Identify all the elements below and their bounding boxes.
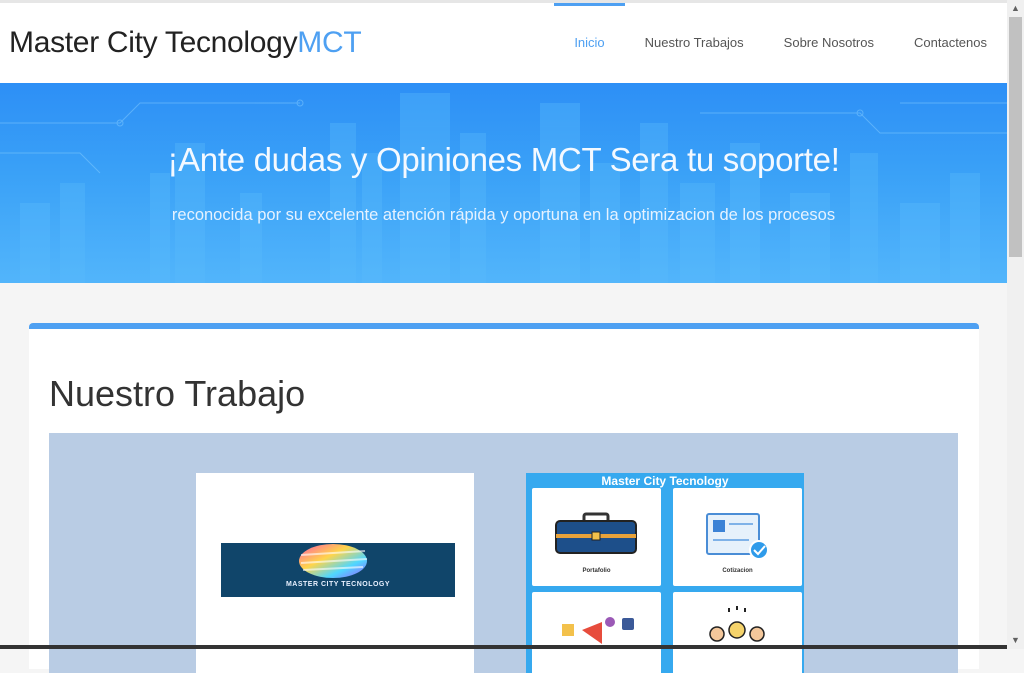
- tile-team: [673, 592, 802, 673]
- nav-item-inicio[interactable]: Inicio: [554, 3, 626, 83]
- site-header: Master City TecnologyMCT Inicio Nuestro …: [0, 3, 1007, 83]
- tile-label-cotizacion: Cotizacion: [722, 568, 753, 574]
- logo-text: MASTER CITY TECNOLOGY: [285, 581, 391, 588]
- scroll-down-arrow-icon[interactable]: ▼: [1007, 632, 1024, 649]
- work-gallery: MASTER CITY TECNOLOGY Master City Tecnol…: [49, 433, 958, 673]
- section-title: Nuestro Trabajo: [49, 373, 306, 414]
- colorful-circle-logo-icon: [299, 544, 368, 578]
- page-scrollbar[interactable]: ▲ ▼: [1007, 0, 1024, 649]
- brand-logo[interactable]: Master City TecnologyMCT: [9, 26, 362, 60]
- hero-subtitle: reconocida por su excelente atención ráp…: [171, 206, 836, 224]
- hero-banner: ¡Ante dudas y Opiniones MCT Sera tu sopo…: [0, 83, 1007, 283]
- main-nav: Inicio Nuestro Trabajos Sobre Nosotros C…: [554, 3, 1007, 83]
- tile-media: [532, 592, 661, 673]
- hero-title: ¡Ante dudas y Opiniones MCT Sera tu sopo…: [167, 141, 840, 178]
- nav-item-nuestro-trabajos[interactable]: Nuestro Trabajos: [625, 3, 764, 83]
- city-skyline-image: [0, 93, 1007, 283]
- media-icon: [562, 617, 634, 644]
- tile-portafolio: Portafolio: [532, 488, 661, 586]
- logo-banner: MASTER CITY TECNOLOGY: [221, 543, 455, 597]
- nav-item-sobre-nosotros[interactable]: Sobre Nosotros: [764, 3, 894, 83]
- taskbar-edge: [0, 645, 1007, 649]
- work-thumbnail-logo[interactable]: MASTER CITY TECNOLOGY: [196, 473, 474, 673]
- work-section: Nuestro Trabajo MASTER CITY TECNOLOGY Ma…: [29, 323, 979, 673]
- scrollbar-thumb[interactable]: [1009, 17, 1022, 257]
- work-thumbnail-app[interactable]: Master City Tecnology Portafolio Cotizac…: [526, 473, 804, 673]
- brand-name: Master City Tecnology: [9, 26, 298, 59]
- people-icon: [709, 606, 765, 642]
- brand-accent: MCT: [297, 26, 362, 59]
- tile-cotizacion: Cotizacion: [673, 488, 802, 586]
- scroll-up-arrow-icon[interactable]: ▲: [1007, 0, 1024, 17]
- nav-item-contactenos[interactable]: Contactenos: [894, 3, 1007, 83]
- tile-label-portafolio: Portafolio: [582, 568, 611, 574]
- app-title: Master City Tecnology: [601, 474, 729, 488]
